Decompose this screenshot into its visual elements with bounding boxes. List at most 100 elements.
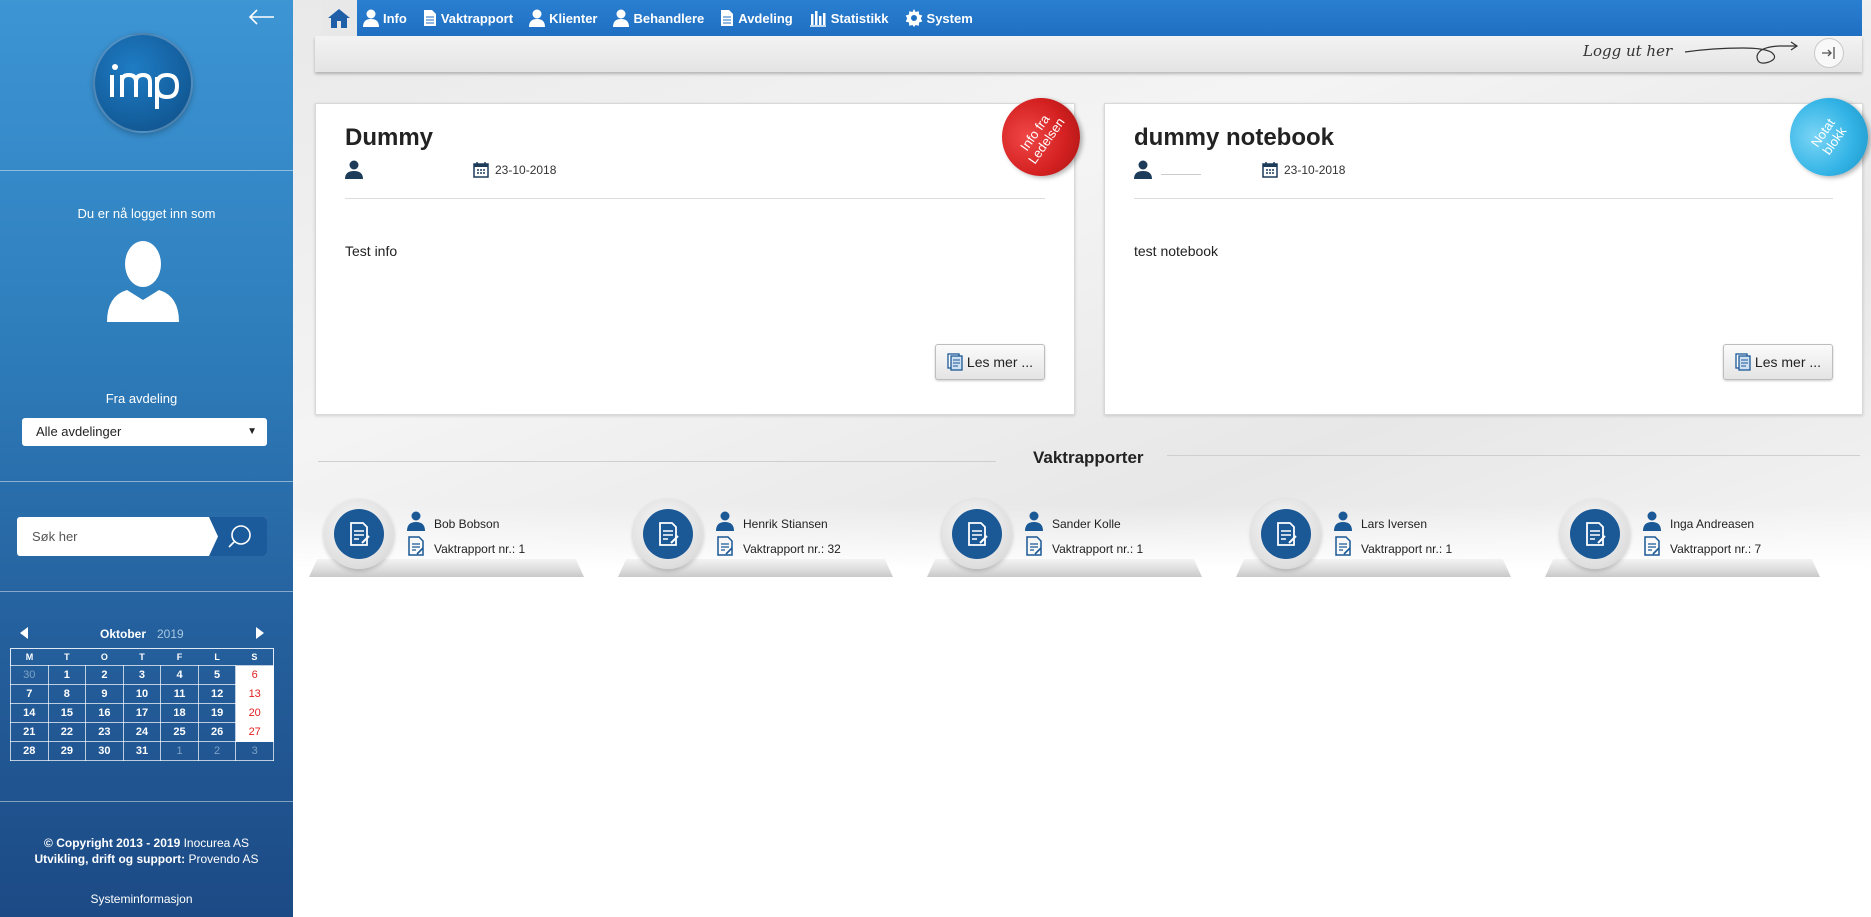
calendar-grid: M T O T F L S 30 1 2 3 4 5 6 7 8 9 10 11… bbox=[10, 648, 274, 761]
calendar-day[interactable]: 2 bbox=[197, 741, 237, 761]
calendar-day[interactable]: 12 bbox=[197, 684, 237, 704]
report-document-icon bbox=[643, 509, 693, 559]
calendar-day[interactable]: 10 bbox=[122, 684, 162, 704]
report-bubble bbox=[324, 499, 394, 569]
calendar-day[interactable]: 14 bbox=[10, 703, 49, 723]
document-icon bbox=[423, 10, 436, 26]
read-more-button[interactable]: Les mer ... bbox=[935, 344, 1045, 380]
calendar-day[interactable]: 28 bbox=[10, 741, 49, 761]
nav-avdeling[interactable]: Avdeling bbox=[714, 0, 802, 36]
nav-behandlere-label: Behandlere bbox=[633, 10, 705, 26]
calendar-day[interactable]: 13 bbox=[235, 684, 274, 704]
calendar-day[interactable]: 5 bbox=[197, 665, 237, 685]
home-button[interactable] bbox=[321, 0, 357, 36]
logout-icon bbox=[1822, 47, 1835, 59]
nav-statistikk[interactable]: Statistikk bbox=[803, 0, 899, 36]
notebook-card: dummy notebook 23-10-2018 test notebook … bbox=[1104, 82, 1871, 415]
report-author: Sander Kolle bbox=[1052, 517, 1121, 531]
bar-chart-icon bbox=[809, 11, 826, 27]
sidebar: Du er nå logget inn som Fra avdeling All… bbox=[0, 0, 293, 917]
department-select[interactable]: Alle avdelinger ▼ bbox=[22, 418, 267, 446]
nav-system[interactable]: System bbox=[899, 0, 983, 36]
report-item[interactable]: Henrik Stiansen Vaktrapport nr.: 32 bbox=[618, 499, 893, 581]
developer-company: Provendo AS bbox=[188, 852, 259, 866]
calendar-day[interactable]: 19 bbox=[197, 703, 237, 723]
calendar-day[interactable]: 8 bbox=[47, 684, 87, 704]
search-button[interactable] bbox=[209, 517, 267, 556]
logout-label[interactable]: Logg ut her bbox=[1583, 42, 1672, 60]
user-icon bbox=[529, 9, 546, 27]
card-title: Dummy bbox=[345, 124, 434, 151]
calendar-day[interactable]: 3 bbox=[235, 741, 274, 761]
calendar-day[interactable]: 20 bbox=[235, 703, 274, 723]
calendar-day[interactable]: 18 bbox=[160, 703, 199, 723]
user-icon bbox=[1334, 511, 1352, 531]
section-divider-right bbox=[1167, 455, 1860, 456]
calendar-day[interactable]: 31 bbox=[122, 741, 162, 761]
calendar-day[interactable]: 29 bbox=[47, 741, 87, 761]
logout-button[interactable] bbox=[1814, 38, 1844, 68]
report-item[interactable]: Lars Iversen Vaktrapport nr.: 1 bbox=[1236, 499, 1511, 581]
calendar-day[interactable]: 30 bbox=[10, 665, 49, 685]
calendar-day[interactable]: 17 bbox=[122, 703, 162, 723]
dropdown-caret-icon: ▼ bbox=[247, 426, 257, 437]
system-info-link[interactable]: Systeminformasjon bbox=[0, 892, 283, 906]
weekday-label: L bbox=[214, 652, 220, 662]
nav-statistikk-label: Statistikk bbox=[830, 10, 889, 26]
card-body-text: test notebook bbox=[1134, 243, 1219, 259]
calendar-day[interactable]: 26 bbox=[197, 722, 237, 742]
calendar-icon bbox=[1262, 162, 1278, 178]
search-input[interactable] bbox=[17, 517, 212, 556]
weekday-label: S bbox=[251, 652, 258, 662]
calendar-next-arrow-icon[interactable] bbox=[254, 626, 266, 643]
card-body-text: Test info bbox=[345, 243, 398, 259]
calendar-day[interactable]: 23 bbox=[85, 722, 124, 742]
calendar-day[interactable]: 9 bbox=[85, 684, 124, 704]
calendar-day[interactable]: 1 bbox=[160, 741, 199, 761]
report-author: Bob Bobson bbox=[434, 517, 500, 531]
report-item[interactable]: Sander Kolle Vaktrapport nr.: 1 bbox=[927, 499, 1202, 581]
read-more-button[interactable]: Les mer ... bbox=[1723, 344, 1833, 380]
report-doc-icon bbox=[408, 536, 424, 556]
read-more-label: Les mer ... bbox=[1754, 354, 1822, 370]
nav-klienter-label: Klienter bbox=[549, 10, 598, 26]
calendar-day[interactable]: 1 bbox=[47, 665, 87, 685]
calendar-day[interactable]: 27 bbox=[235, 722, 274, 742]
report-bubble bbox=[1251, 499, 1321, 569]
gear-icon bbox=[905, 9, 922, 27]
calendar-day[interactable]: 2 bbox=[85, 665, 124, 685]
calendar-day[interactable]: 16 bbox=[85, 703, 124, 723]
nav-vaktrapport-label: Vaktrapport bbox=[440, 10, 514, 26]
copyright-company: Inocurea AS bbox=[183, 836, 249, 850]
collapse-sidebar-arrow-icon[interactable] bbox=[246, 6, 276, 28]
nav-vaktrapport[interactable]: Vaktrapport bbox=[417, 0, 523, 36]
report-number: Vaktrapport nr.: 7 bbox=[1670, 542, 1762, 556]
calendar-day[interactable]: 30 bbox=[85, 741, 124, 761]
nav-info-label: Info bbox=[383, 10, 407, 26]
report-item[interactable]: Bob Bobson Vaktrapport nr.: 1 bbox=[309, 499, 584, 581]
calendar-day[interactable]: 6 bbox=[235, 665, 274, 685]
department-label: Fra avdeling bbox=[105, 391, 178, 406]
nav-avdeling-label: Avdeling bbox=[738, 10, 793, 26]
calendar-day[interactable]: 3 bbox=[122, 665, 162, 685]
calendar-day[interactable]: 22 bbox=[47, 722, 87, 742]
user-icon bbox=[363, 9, 379, 27]
card-date-text: 23-10-2018 bbox=[495, 162, 557, 177]
calendar-day[interactable]: 25 bbox=[160, 722, 199, 742]
nav-info[interactable]: Info bbox=[357, 0, 417, 36]
calendar-day[interactable]: 7 bbox=[10, 684, 49, 704]
calendar-day[interactable]: 15 bbox=[47, 703, 87, 723]
author-placeholder-line bbox=[1161, 174, 1201, 175]
calendar-day[interactable]: 4 bbox=[160, 665, 199, 685]
calendar-prev-arrow-icon[interactable] bbox=[18, 626, 30, 643]
calendar-day[interactable]: 11 bbox=[160, 684, 199, 704]
user-icon bbox=[1025, 511, 1043, 531]
read-document-icon bbox=[947, 353, 963, 371]
calendar-day[interactable]: 21 bbox=[10, 722, 49, 742]
nav-behandlere[interactable]: Behandlere bbox=[607, 0, 714, 36]
calendar-day[interactable]: 24 bbox=[122, 722, 162, 742]
nav-klienter[interactable]: Klienter bbox=[523, 0, 607, 36]
report-item[interactable]: Inga Andreasen Vaktrapport nr.: 7 bbox=[1545, 499, 1820, 581]
report-document-icon bbox=[1261, 509, 1311, 559]
read-more-label: Les mer ... bbox=[966, 354, 1034, 370]
